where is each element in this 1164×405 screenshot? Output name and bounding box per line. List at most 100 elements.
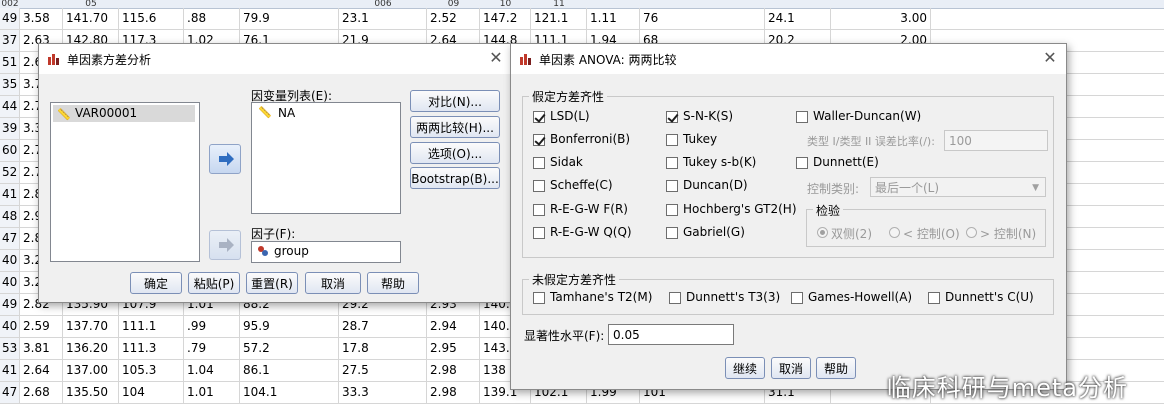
dependent-variable-list[interactable]: 📏 NA [251, 102, 401, 214]
ok-button[interactable]: 确定 [130, 272, 182, 294]
control-category-select[interactable]: 最后一个(L) ▼ [870, 177, 1046, 197]
lsd-checkbox[interactable] [533, 111, 545, 123]
row-number[interactable]: 40 [0, 316, 20, 337]
table-cell[interactable]: 79.9 [240, 8, 339, 29]
row-number[interactable]: 48 [0, 206, 20, 227]
gabriel-checkbox[interactable] [666, 227, 678, 239]
table-cell[interactable]: 147.2 [480, 8, 531, 29]
table-cell[interactable]: 137.70 [63, 316, 119, 337]
table-cell[interactable]: 3.00 [831, 8, 931, 29]
table-cell[interactable]: 137.00 [63, 360, 119, 381]
less-than-control-radio[interactable] [889, 227, 900, 238]
table-cell[interactable]: 95.9 [240, 316, 339, 337]
list-item[interactable]: NA [278, 106, 295, 120]
row-number[interactable]: 35 [0, 74, 20, 95]
table-cell[interactable]: 105.3 [119, 360, 184, 381]
table-cell[interactable]: 2.68 [20, 382, 63, 403]
row-number[interactable]: 41 [0, 184, 20, 205]
row-number[interactable]: 40 [0, 250, 20, 271]
waller-duncan-checkbox[interactable] [796, 111, 808, 123]
factor-field[interactable]: group [251, 241, 401, 263]
table-row[interactable]: 49 3.58 141.70 115.6.88 79.9 23.1 2.52 147.2 121… [0, 8, 1164, 30]
snk-checkbox[interactable] [666, 111, 678, 123]
table-cell[interactable]: 115.6 [119, 8, 184, 29]
table-cell[interactable]: 57.2 [240, 338, 339, 359]
row-number[interactable]: 39 [0, 118, 20, 139]
table-cell[interactable]: 2.64 [20, 360, 63, 381]
table-cell[interactable]: 28.7 [339, 316, 427, 337]
dunnett-t3-checkbox[interactable] [669, 292, 681, 304]
table-cell[interactable]: 24.1 [765, 8, 831, 29]
list-item[interactable]: 📏 VAR00001 [53, 105, 195, 122]
row-number[interactable]: 37 [0, 30, 20, 51]
table-cell[interactable]: 2.94 [427, 316, 480, 337]
close-icon[interactable]: ✕ [487, 49, 505, 67]
cancel-button[interactable]: 取消 [771, 357, 811, 379]
table-cell[interactable]: 2.59 [20, 316, 63, 337]
sidak-checkbox[interactable] [533, 157, 545, 169]
row-number[interactable]: 40 [0, 272, 20, 293]
table-cell[interactable]: 3.81 [20, 338, 63, 359]
tamhane-checkbox[interactable] [533, 292, 545, 304]
tukey-checkbox[interactable] [666, 134, 678, 146]
row-number[interactable]: 60 [0, 140, 20, 161]
hochberg-checkbox[interactable] [666, 204, 678, 216]
table-cell[interactable]: .99 [184, 316, 240, 337]
table-cell[interactable]: 1.04 [184, 360, 240, 381]
table-cell[interactable]: 2.98 [427, 382, 480, 403]
table-cell[interactable]: .79 [184, 338, 240, 359]
help-button[interactable]: 帮助 [816, 357, 856, 379]
tukey-sb-checkbox[interactable] [666, 157, 678, 169]
table-cell[interactable]: 33.3 [339, 382, 427, 403]
row-number[interactable]: 44 [0, 96, 20, 117]
row-number[interactable]: 47 [0, 382, 20, 403]
greater-than-control-radio[interactable] [966, 227, 977, 238]
table-cell[interactable]: 2.52 [427, 8, 480, 29]
row-number[interactable]: 52 [0, 162, 20, 183]
scheffe-checkbox[interactable] [533, 180, 545, 192]
table-cell[interactable]: .88 [184, 8, 240, 29]
row-number[interactable]: 51 [0, 52, 20, 73]
bonferroni-checkbox[interactable] [533, 134, 545, 146]
row-number[interactable]: 53 [0, 338, 20, 359]
cancel-button[interactable]: 取消 [305, 272, 361, 294]
table-cell[interactable]: 17.8 [339, 338, 427, 359]
paste-button[interactable]: 粘贴(P) [188, 272, 240, 294]
table-cell[interactable]: 27.5 [339, 360, 427, 381]
two-sided-radio[interactable] [817, 227, 828, 238]
table-cell[interactable]: 135.50 [63, 382, 119, 403]
table-cell[interactable]: 2.98 [427, 360, 480, 381]
table-cell[interactable]: 111.3 [119, 338, 184, 359]
duncan-checkbox[interactable] [666, 180, 678, 192]
table-cell[interactable]: 1.01 [184, 382, 240, 403]
table-cell[interactable]: 104.1 [240, 382, 339, 403]
close-icon[interactable]: ✕ [1041, 49, 1059, 67]
table-cell[interactable]: 86.1 [240, 360, 339, 381]
table-cell[interactable]: 141.70 [63, 8, 119, 29]
continue-button[interactable]: 继续 [725, 357, 765, 379]
table-cell[interactable]: 111.1 [119, 316, 184, 337]
row-number[interactable]: 47 [0, 228, 20, 249]
reset-button[interactable]: 重置(R) [246, 272, 298, 294]
source-variable-list[interactable]: 📏 VAR00001 [50, 102, 200, 262]
table-cell[interactable]: 104 [119, 382, 184, 403]
table-cell[interactable]: 3.58 [20, 8, 63, 29]
post-hoc-button[interactable]: 两两比较(H)... [410, 116, 500, 138]
regwf-checkbox[interactable] [533, 204, 545, 216]
dunnett-checkbox[interactable] [796, 157, 808, 169]
help-button[interactable]: 帮助 [367, 272, 419, 294]
row-number[interactable]: 49 [0, 8, 20, 29]
type-ratio-field[interactable]: 100 [944, 130, 1048, 151]
table-cell[interactable]: 121.1 [531, 8, 587, 29]
table-cell[interactable]: 136.20 [63, 338, 119, 359]
contrasts-button[interactable]: 对比(N)... [410, 90, 500, 112]
move-to-factor-button[interactable] [209, 230, 241, 260]
row-number[interactable]: 41 [0, 360, 20, 381]
table-cell[interactable]: 2.95 [427, 338, 480, 359]
bootstrap-button[interactable]: Bootstrap(B)... [410, 167, 500, 189]
table-cell[interactable]: 1.11 [587, 8, 640, 29]
options-button[interactable]: 选项(O)... [410, 142, 500, 164]
table-cell[interactable]: 76 [640, 8, 765, 29]
table-cell[interactable]: 23.1 [339, 8, 427, 29]
games-howell-checkbox[interactable] [791, 292, 803, 304]
